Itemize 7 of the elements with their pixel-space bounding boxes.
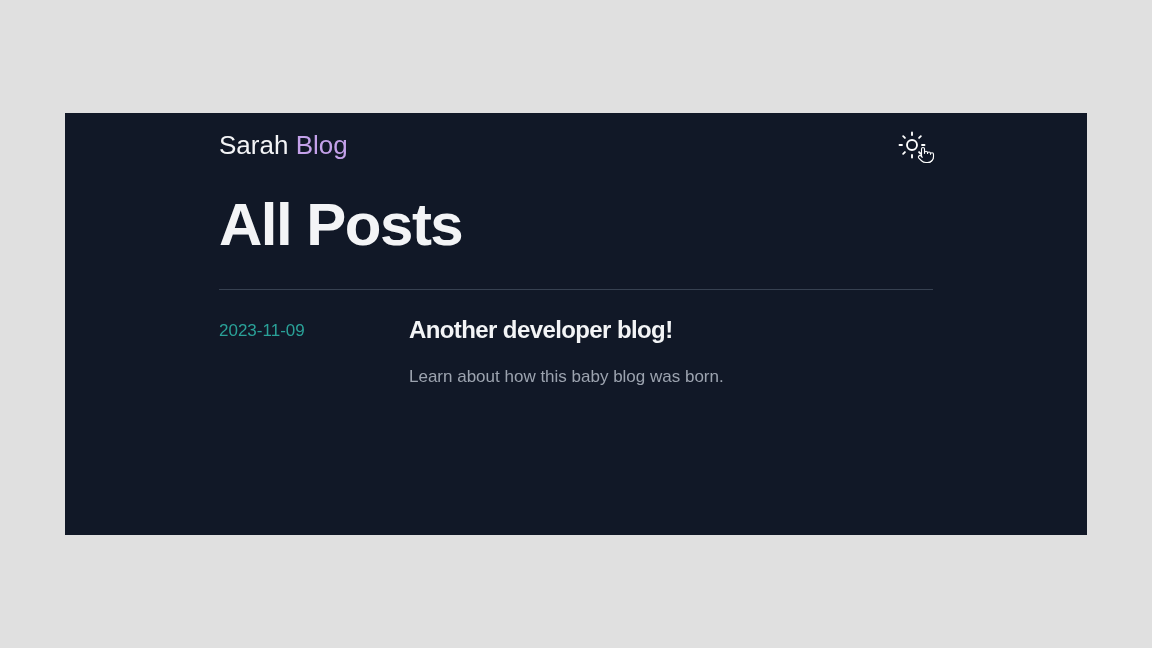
theme-toggle-icon[interactable]: [897, 130, 927, 160]
post-title[interactable]: Another developer blog!: [409, 312, 724, 348]
post-date: 2023-11-09: [219, 320, 306, 342]
page-heading: All Posts: [219, 190, 464, 260]
post-summary: Learn about how this baby blog was born.: [409, 366, 724, 388]
site-logo[interactable]: Sarah Blog: [219, 125, 348, 165]
hand-cursor-icon: [917, 146, 935, 164]
